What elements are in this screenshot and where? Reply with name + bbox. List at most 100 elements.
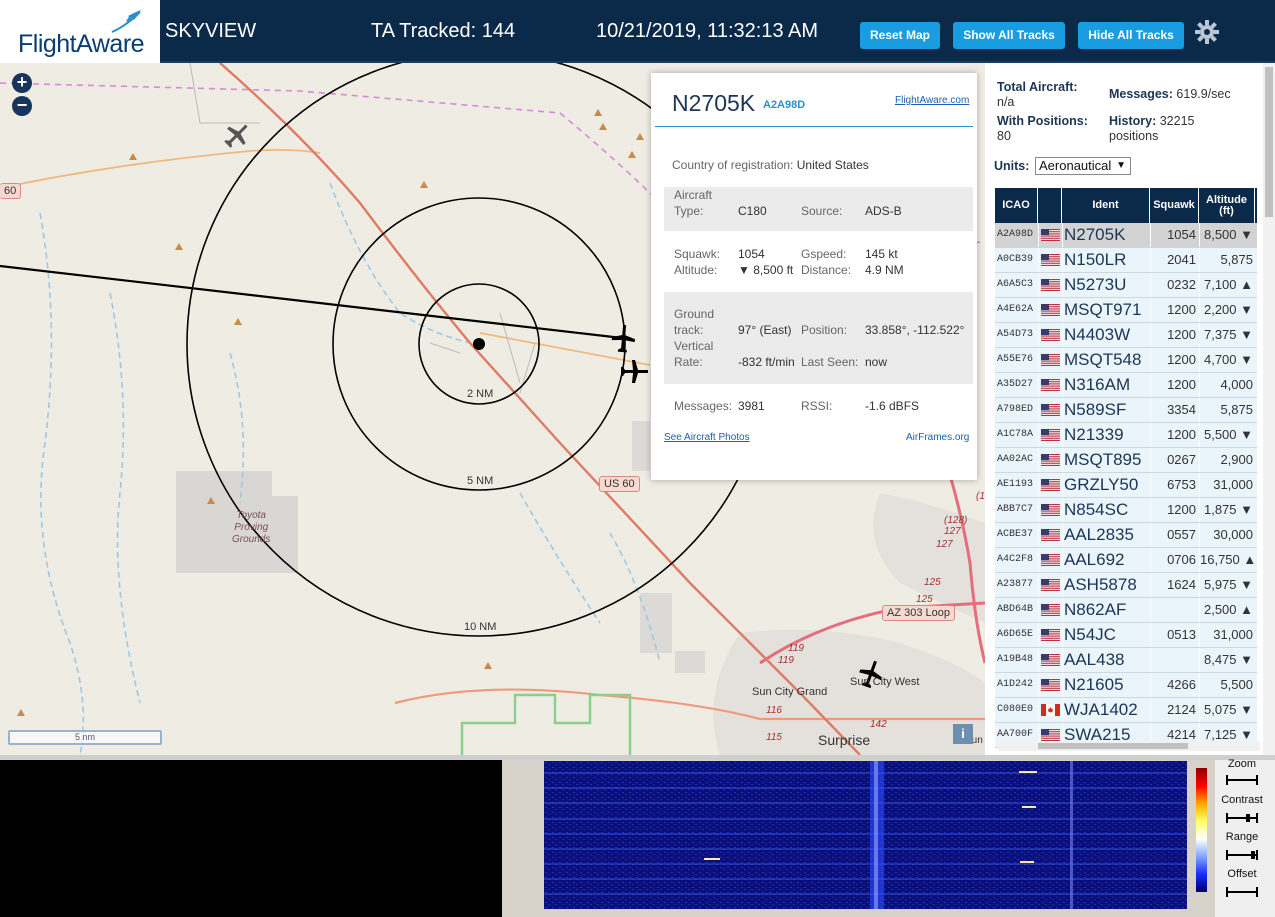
icao-cell: ABB7C7 (997, 504, 1034, 515)
show-all-tracks-button[interactable]: Show All Tracks (953, 22, 1065, 49)
ident-cell: N150LR (1064, 250, 1127, 269)
col-squawk[interactable]: Squawk (1150, 188, 1199, 223)
column-separator (1062, 373, 1063, 397)
col-flag[interactable] (1038, 188, 1062, 223)
history-value: 32215 (1159, 114, 1195, 128)
popup-hex: A2A98D (763, 99, 806, 111)
place-label: Toyota Proving Grounds (232, 510, 271, 545)
table-row[interactable]: A2A98D N2705K 1054 8,500 ▼ (995, 223, 1257, 248)
col-ident[interactable]: Ident (1062, 188, 1150, 223)
us-flag-icon (1041, 279, 1060, 291)
us-flag-icon (1041, 529, 1060, 541)
column-separator (1150, 548, 1151, 572)
gspeed-label: Gspeed: (801, 247, 847, 261)
column-separator (1038, 323, 1039, 347)
table-row[interactable]: ABD64B N862AF 2,500 ▲ (995, 598, 1257, 623)
tracked-count: TA Tracked: 144 (371, 20, 516, 42)
place-label: Sun City West (850, 676, 920, 688)
flightaware-logo[interactable]: FlightAware (0, 0, 160, 63)
source-value: ADS-B (865, 204, 902, 218)
range-ring-label: 5 NM (467, 475, 494, 487)
country-label: Country of registration: (672, 158, 794, 172)
table-row[interactable]: A1C78A N21339 1200 5,500 ▼ (995, 423, 1257, 448)
units-select[interactable]: Aeronautical ▼ (1035, 157, 1131, 175)
column-separator (1199, 398, 1200, 422)
scrollbar-thumb[interactable] (1038, 743, 1188, 749)
table-row[interactable]: A6A5C3 N5273U 0232 7,100 ▲ (995, 273, 1257, 298)
track-box (664, 292, 973, 384)
waterfall-display[interactable] (544, 761, 1187, 909)
type-value: C180 (738, 204, 767, 218)
table-row[interactable]: ABB7C7 N854SC 1200 1,875 ▼ (995, 498, 1257, 523)
column-separator (1038, 248, 1039, 272)
zoom-out-button[interactable]: − (12, 96, 32, 116)
column-separator (1150, 573, 1151, 597)
offset-label: Offset (1227, 868, 1257, 880)
ident-cell: N589SF (1064, 400, 1127, 419)
us-flag-icon (1041, 729, 1060, 741)
us-flag-icon (1041, 679, 1060, 691)
type-label: Type: (674, 204, 704, 218)
range-slider-icon[interactable] (1226, 849, 1258, 861)
table-row[interactable]: A1D242 N21605 4266 5,500 (995, 673, 1257, 698)
icao-cell: A6A5C3 (997, 279, 1034, 290)
gear-icon[interactable] (1195, 20, 1219, 44)
table-row[interactable]: A6D65E N54JC 0513 31,000 (995, 623, 1257, 648)
col-icao[interactable]: ICAO (995, 188, 1038, 223)
table-row[interactable]: A4C2F8 AAL692 0706 16,750 ▲ (995, 548, 1257, 573)
squawk-cell: 3354 (1167, 402, 1196, 417)
column-separator (1038, 648, 1039, 672)
squawk-cell: 1200 (1167, 327, 1196, 342)
table-row[interactable]: A4E62A MSQT971 1200 2,200 ▼ (995, 298, 1257, 323)
aircraft-detail-popup: N2705K A2A98D FlightAware.com Country of… (651, 73, 977, 480)
table-row[interactable]: A54D73 N4403W 1200 7,375 ▼ (995, 323, 1257, 348)
column-separator (1038, 498, 1039, 522)
flightaware-link[interactable]: FlightAware.com (895, 95, 969, 106)
column-separator (1038, 423, 1039, 447)
squawk-cell: 1054 (1167, 227, 1196, 242)
road-number: 125 (916, 594, 933, 605)
reset-map-button[interactable]: Reset Map (860, 22, 940, 49)
column-separator (1150, 348, 1151, 372)
table-body: A2A98D N2705K 1054 8,500 ▼ A0CB39 N150LR 2041 5… (995, 223, 1257, 748)
zoom-slider-icon[interactable] (1226, 774, 1258, 786)
table-row[interactable]: A23877 ASH5878 1624 5,975 ▼ (995, 573, 1257, 598)
contrast-slider-icon[interactable] (1226, 812, 1258, 824)
table-row[interactable]: AA02AC MSQT895 0267 2,900 (995, 448, 1257, 473)
column-separator (1150, 423, 1151, 447)
zoom-in-button[interactable]: + (12, 73, 32, 93)
sidebar-scrollbar[interactable] (1263, 63, 1275, 755)
squawk-cell: 1200 (1167, 302, 1196, 317)
hide-all-tracks-button[interactable]: Hide All Tracks (1078, 22, 1184, 49)
us-flag-icon (1041, 454, 1060, 466)
aircraft-photos-link[interactable]: See Aircraft Photos (664, 432, 750, 443)
country-value: United States (796, 158, 869, 172)
table-row[interactable]: ACBE37 AAL2835 0557 30,000 (995, 523, 1257, 548)
scrollbar-thumb[interactable] (1265, 67, 1273, 217)
col-altitude[interactable]: Altitude (ft) (1199, 188, 1255, 223)
column-separator (1062, 223, 1063, 247)
column-separator (1199, 598, 1200, 622)
table-row[interactable]: A55E76 MSQT548 1200 4,700 ▼ (995, 348, 1257, 373)
ident-cell: AAL2835 (1064, 525, 1134, 544)
ident-cell: MSQT548 (1064, 350, 1142, 369)
airframes-link[interactable]: AirFrames.org (906, 432, 969, 443)
column-separator (1062, 523, 1063, 547)
offset-slider-icon[interactable] (1226, 886, 1258, 898)
altitude-value: ▼ 8,500 ft (738, 263, 794, 277)
map-info-button[interactable]: i (953, 724, 973, 744)
ident-cell: WJA1402 (1064, 700, 1138, 719)
table-row[interactable]: A19B48 AAL438 8,475 ▼ (995, 648, 1257, 673)
column-separator (1038, 348, 1039, 372)
table-row[interactable]: A798ED N589SF 3354 5,875 (995, 398, 1257, 423)
icao-cell: A23877 (997, 579, 1034, 590)
popup-ident: N2705K (672, 90, 756, 116)
icao-cell: A55E76 (997, 354, 1034, 365)
table-h-scrollbar[interactable] (998, 741, 1260, 751)
table-row[interactable]: A35D27 N316AM 1200 4,000 (995, 373, 1257, 398)
position-value: 33.858°, -112.522° (865, 323, 965, 337)
table-row[interactable]: AE1193 GRZLY50 6753 31,000 (995, 473, 1257, 498)
table-row[interactable]: A0CB39 N150LR 2041 5,875 (995, 248, 1257, 273)
table-row[interactable]: C080E0 WJA1402 2124 5,075 ▼ (995, 698, 1257, 723)
waterfall-colorbar (1196, 768, 1207, 892)
